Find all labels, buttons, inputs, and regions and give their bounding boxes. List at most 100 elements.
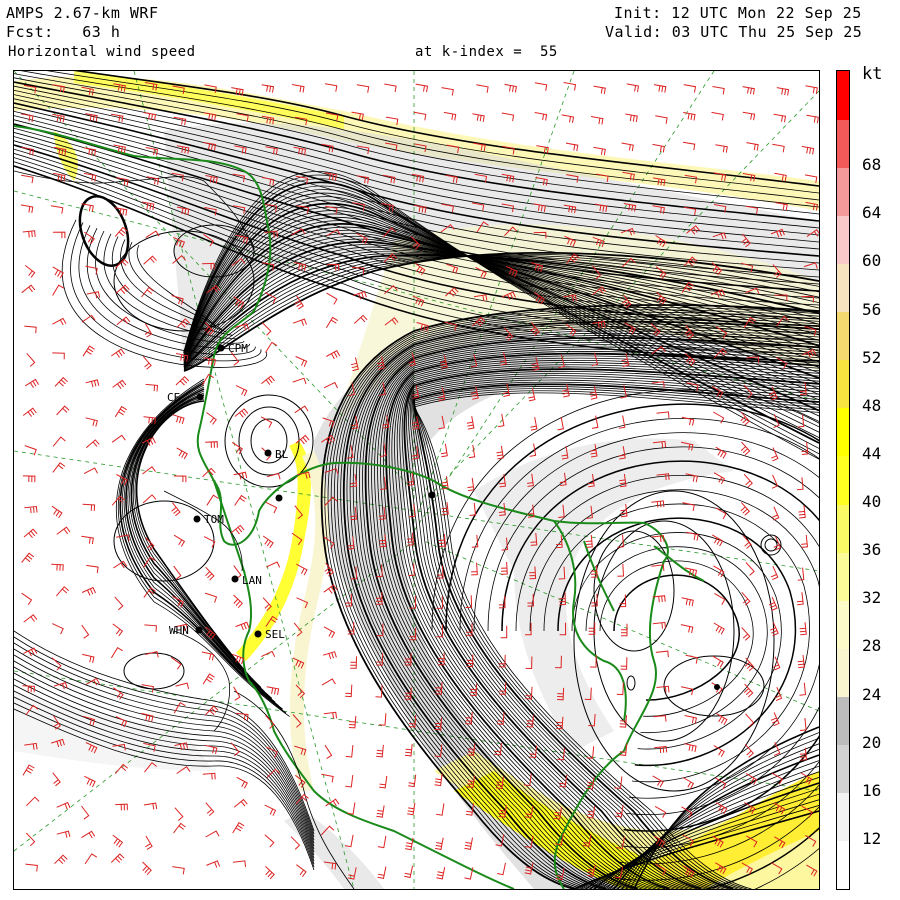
- station-lan[interactable]: LAN: [231, 574, 262, 587]
- wind-barb: [230, 524, 245, 535]
- wind-barb: [233, 471, 248, 480]
- wind-barb: [655, 650, 669, 658]
- wind-barb: [24, 505, 38, 514]
- colorbar-label: 60: [862, 251, 882, 271]
- wind-barb: [51, 563, 64, 571]
- field-name: Horizontal wind speed: [8, 44, 196, 60]
- wind-barb: [716, 802, 728, 815]
- wind-barb: [681, 597, 694, 607]
- wind-barb: [51, 505, 63, 519]
- wind-barb: [81, 586, 96, 596]
- wind-barb: [652, 621, 666, 629]
- wind-barb: [464, 837, 473, 850]
- wind-barb: [266, 686, 280, 695]
- wind-barb: [323, 626, 336, 639]
- wind-barb: [379, 775, 388, 789]
- wind-barb: [348, 715, 357, 729]
- wind-barb: [295, 356, 308, 367]
- wind-barb: [262, 535, 274, 549]
- wind-barb: [206, 494, 219, 506]
- wind-barb: [497, 862, 506, 876]
- station-cpm[interactable]: CPM: [217, 342, 249, 355]
- colorbar-label: 56: [862, 299, 882, 319]
- wind-barb: [85, 417, 98, 427]
- wind-barb: [173, 475, 187, 483]
- wind-barb: [21, 592, 33, 606]
- streamline: [613, 574, 740, 701]
- wind-barb: [175, 375, 190, 386]
- wind-barb: [260, 416, 273, 429]
- wind-barb: [407, 802, 416, 816]
- wind-barb: [25, 832, 36, 847]
- colorbar-bin: [837, 167, 849, 216]
- wind-barb: [798, 505, 806, 519]
- wind-barb: [324, 744, 333, 760]
- wind-barb: [711, 111, 724, 121]
- colorbar-label: 12: [862, 828, 882, 848]
- station-marker[interactable]: [275, 494, 283, 502]
- wind-barb: [323, 381, 338, 389]
- wind-barb: [54, 854, 68, 865]
- colorbar-bin: [837, 119, 849, 168]
- wind-barb: [797, 477, 804, 491]
- station-tom[interactable]: TOM: [193, 513, 225, 526]
- station-marker[interactable]: [714, 684, 720, 690]
- wind-barb: [82, 503, 96, 512]
- wind-barb: [172, 414, 185, 425]
- wind-barb: [173, 534, 186, 547]
- wind-barb: [741, 627, 751, 641]
- wind-barb: [50, 205, 64, 214]
- wind-barb: [326, 350, 341, 360]
- wind-speed-colorbar: [836, 70, 850, 890]
- wind-barb: [22, 230, 36, 238]
- wind-barb: [620, 657, 628, 670]
- wind-barb: [52, 352, 65, 360]
- wind-barb: [436, 867, 446, 880]
- wind-barb: [23, 614, 38, 623]
- colorbar-bin: [837, 744, 849, 794]
- station-cpm-label: CPM: [228, 342, 248, 355]
- wind-barb: [205, 441, 218, 448]
- wind-barb: [175, 682, 190, 690]
- wind-barb: [745, 562, 755, 576]
- wind-barb: [653, 715, 667, 722]
- model-title: AMPS 2.67-km WRF: [6, 4, 159, 22]
- wind-barb: [322, 651, 337, 660]
- wind-barb: [743, 683, 754, 698]
- wind-barb: [142, 861, 152, 876]
- wind-barb: [81, 830, 96, 839]
- wind-barb: [113, 560, 128, 569]
- wind-barb: [746, 142, 759, 151]
- wind-barb: [235, 385, 248, 397]
- wind-barb: [617, 563, 625, 577]
- wind-barb: [56, 801, 71, 810]
- init-time: Init: 12 UTC Mon 22 Sep 25: [614, 4, 862, 22]
- wind-barb: [682, 777, 695, 789]
- colorbar-bin: [837, 504, 849, 553]
- wind-barb: [173, 822, 186, 834]
- wind-barb: [143, 802, 158, 810]
- wind-barb: [85, 439, 100, 449]
- wind-barb: [52, 231, 66, 239]
- station-tom-label: TOM: [204, 513, 224, 526]
- wind-barb: [52, 266, 64, 279]
- colorbar-label: 40: [862, 492, 882, 512]
- wind-barb: [441, 87, 454, 96]
- colorbar-bin: [837, 71, 849, 120]
- wind-barb: [52, 772, 61, 787]
- wind-barb: [797, 414, 805, 428]
- wind-barb: [621, 142, 634, 152]
- wind-barb: [232, 822, 245, 834]
- wind-barb: [655, 115, 668, 124]
- wind-barb: [413, 111, 427, 121]
- wind-barb: [84, 775, 96, 788]
- wind-barb: [206, 412, 217, 425]
- wind-barb: [205, 566, 215, 581]
- station-marker[interactable]: [428, 491, 436, 499]
- colorbar-bin: [837, 840, 849, 890]
- wind-barb: [713, 411, 725, 424]
- wind-barb: [56, 405, 70, 416]
- wind-barb: [501, 112, 515, 122]
- wind-barb: [26, 796, 40, 807]
- wind-barb: [744, 743, 754, 758]
